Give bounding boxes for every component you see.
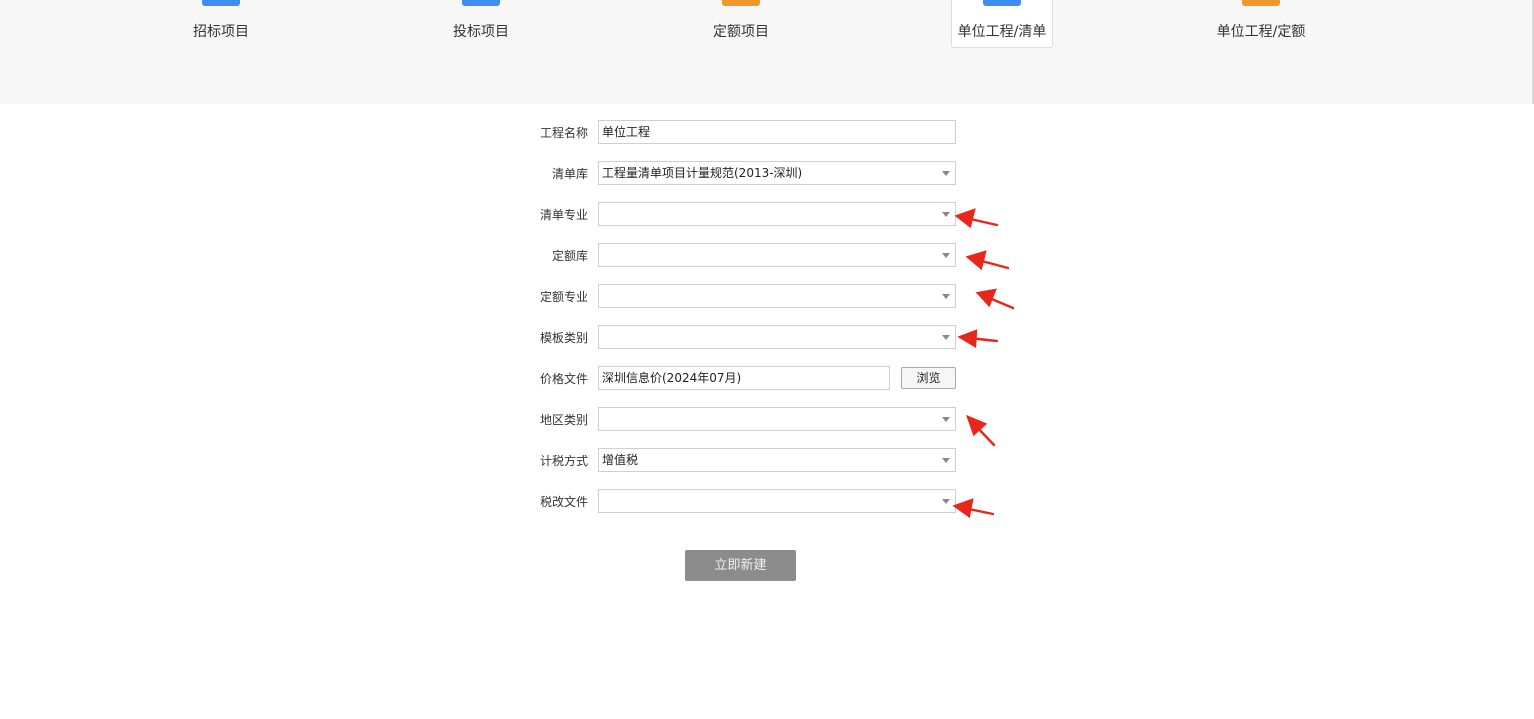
row-bill-specialty: 清单专业	[0, 202, 1534, 228]
chevron-down-icon	[942, 499, 950, 504]
quota-project-icon	[722, 0, 760, 6]
quota-specialty-select[interactable]	[598, 284, 956, 308]
quota-library-label: 定额库	[551, 249, 588, 263]
unit-bill-icon	[983, 0, 1021, 6]
unit-quota-icon	[1242, 0, 1280, 6]
bill-specialty-select[interactable]	[598, 202, 956, 226]
row-price-file: 价格文件 深圳信息价(2024年07月) 浏览	[0, 366, 1534, 392]
project-name-input[interactable]: 单位工程	[598, 120, 956, 144]
chevron-down-icon	[942, 212, 950, 217]
row-region-category: 地区类别	[0, 407, 1534, 433]
tax-method-label: 计税方式	[539, 454, 588, 468]
row-project-name: 工程名称 单位工程	[0, 120, 1534, 146]
row-tax-method: 计税方式 增值税	[0, 448, 1534, 474]
create-now-button[interactable]: 立即新建	[685, 550, 796, 581]
bill-library-value: 工程量清单项目计量规范(2013-深圳)	[602, 166, 803, 180]
tab-quota-project[interactable]: 定额项目	[691, 0, 791, 48]
annotation-arrows	[952, 208, 1015, 519]
tab-unit-project-quota[interactable]: 单位工程/定额	[1211, 0, 1311, 48]
chevron-down-icon	[942, 417, 950, 422]
top-tab-bar: 招标项目 投标项目 定额项目 单位工程/清单 单位工程/定额	[0, 0, 1534, 104]
chevron-down-icon	[942, 294, 950, 299]
tab-unit-project-bill[interactable]: 单位工程/清单	[951, 0, 1053, 48]
chevron-down-icon	[942, 458, 950, 463]
tab-label: 单位工程/定额	[1216, 24, 1306, 40]
tax-reform-file-label: 税改文件	[539, 495, 588, 509]
bill-specialty-label: 清单专业	[539, 208, 588, 222]
price-file-input[interactable]: 深圳信息价(2024年07月)	[598, 366, 890, 390]
bid-invitation-icon	[202, 0, 240, 6]
tab-bid-invitation-project[interactable]: 招标项目	[171, 0, 271, 48]
tax-method-value: 增值税	[602, 453, 639, 467]
tab-label: 招标项目	[193, 24, 249, 40]
bill-library-select[interactable]: 工程量清单项目计量规范(2013-深圳)	[598, 161, 956, 185]
region-category-label: 地区类别	[539, 413, 588, 427]
tab-bid-submission-project[interactable]: 投标项目	[431, 0, 531, 48]
chevron-down-icon	[942, 171, 950, 176]
row-quota-library: 定额库	[0, 243, 1534, 269]
region-category-select[interactable]	[598, 407, 956, 431]
template-category-label: 模板类别	[539, 331, 588, 345]
row-quota-specialty: 定额专业	[0, 284, 1534, 310]
browse-button[interactable]: 浏览	[901, 367, 956, 389]
tab-label: 定额项目	[713, 24, 769, 40]
tax-method-select[interactable]: 增值税	[598, 448, 956, 472]
tab-label: 投标项目	[453, 24, 509, 40]
chevron-down-icon	[942, 253, 950, 258]
chevron-down-icon	[942, 335, 950, 340]
bill-library-label: 清单库	[551, 167, 588, 181]
quota-specialty-label: 定额专业	[539, 290, 588, 304]
template-category-select[interactable]	[598, 325, 956, 349]
project-name-label: 工程名称	[539, 126, 588, 140]
row-tax-reform-file: 税改文件	[0, 489, 1534, 515]
price-file-label: 价格文件	[539, 372, 588, 386]
row-template-category: 模板类别	[0, 325, 1534, 351]
quota-library-select[interactable]	[598, 243, 956, 267]
tax-reform-file-select[interactable]	[598, 489, 956, 513]
bid-submission-icon	[462, 0, 500, 6]
row-bill-library: 清单库 工程量清单项目计量规范(2013-深圳)	[0, 161, 1534, 187]
tab-label: 单位工程/清单	[957, 24, 1047, 40]
